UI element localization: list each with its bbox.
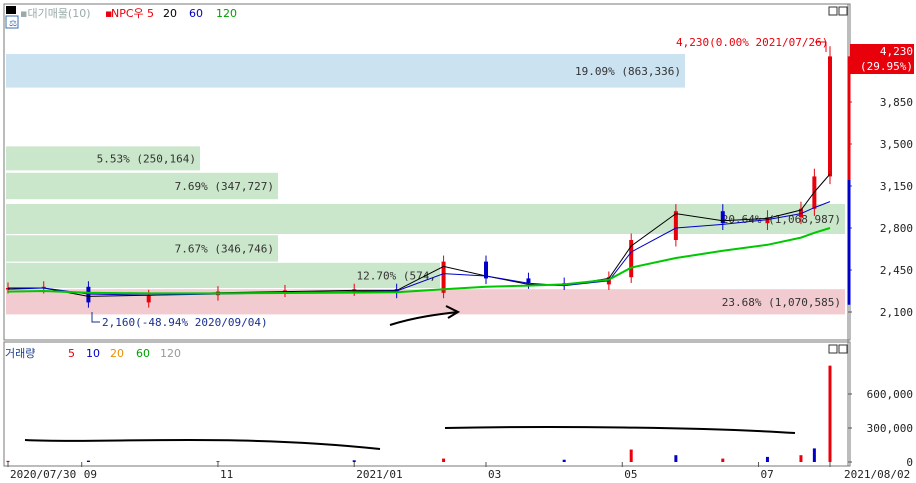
zone-label-0: 19.09% (863,336) xyxy=(575,65,681,78)
price-tick-label-5: 2,100 xyxy=(880,306,913,319)
ma5-legend: 5 xyxy=(147,7,154,20)
volume-bar-8 xyxy=(721,458,725,462)
zone-band-3 xyxy=(6,204,845,234)
volume-bar-6 xyxy=(629,449,633,462)
volume-maximize-button[interactable] xyxy=(828,344,838,354)
price-tick-label-0: 3,850 xyxy=(880,96,913,109)
current-price: 4,230 xyxy=(880,45,913,58)
date-tick-label-5: 05 xyxy=(624,468,637,481)
panel-menu-icon[interactable] xyxy=(6,6,16,14)
vol-ma10-legend: 10 xyxy=(86,347,100,360)
candle-body-14 xyxy=(673,211,678,240)
date-tick-label-6: 07 xyxy=(761,468,774,481)
volume-bar-10 xyxy=(799,455,803,462)
zone-label-4: 7.67% (346,746) xyxy=(175,242,274,255)
vol-ma60-legend: 60 xyxy=(136,347,150,360)
volume-bar-11 xyxy=(812,448,816,462)
vol-ma5-legend: 5 xyxy=(68,347,75,360)
vol-ma20-legend: 20 xyxy=(110,347,124,360)
price-close-button[interactable] xyxy=(838,6,848,16)
ma60-legend: 60 xyxy=(189,7,203,20)
vol-ma120-legend: 120 xyxy=(160,347,181,360)
ma120-legend: 120 xyxy=(216,7,237,20)
candle-body-19 xyxy=(828,56,832,177)
price-axis: 3,850 3,500 3,150 2,800 2,450 2,100 xyxy=(847,56,913,319)
volume-bar-5 xyxy=(562,459,566,462)
volume-axis: 600,000300,0000 xyxy=(848,388,913,469)
date-tick-label-7: 2021/08/02 xyxy=(844,468,910,481)
volume-bar-4 xyxy=(442,458,446,462)
volume-panel-frame xyxy=(3,341,851,467)
high-note: 4,230(0.00% 2021/07/26) xyxy=(676,36,828,49)
date-tick-label-3: 2021/01 xyxy=(356,468,402,481)
zone-label-2: 7.69% (347,727) xyxy=(175,180,274,193)
current-change: (29.95%) xyxy=(860,60,913,73)
candle-body-3 xyxy=(146,295,151,303)
volume-bar-2 xyxy=(216,461,220,462)
price-maximize-button[interactable] xyxy=(828,6,838,16)
price-tick-label-4: 2,450 xyxy=(880,264,913,277)
low-note: 2,160(-48.94% 2020/09/04) xyxy=(102,316,268,329)
stock-chart: 19.09% (863,336) 5.53% (250,164) 7.69% (34… xyxy=(3,3,914,481)
volume-title: 거래량 xyxy=(5,347,35,360)
ticker-label: NPC우 xyxy=(111,7,144,20)
candle-body-2 xyxy=(86,286,91,303)
volume-tick-label-0: 600,000 xyxy=(867,388,913,401)
date-tick-label-1: 09 xyxy=(84,468,97,481)
supply-label: ▪대기매물(10) xyxy=(20,7,91,20)
volume-bar-1 xyxy=(86,460,90,462)
ma20-legend: 20 xyxy=(163,7,177,20)
price-tick-label-1: 3,500 xyxy=(880,138,913,151)
scale-icon: ⚖ xyxy=(9,19,17,29)
volume-bar-7 xyxy=(674,455,678,462)
date-tick-label-4: 03 xyxy=(488,468,501,481)
volume-tick-label-1: 300,000 xyxy=(867,422,913,435)
zone-label-1: 5.53% (250,164) xyxy=(97,152,196,165)
date-tick-label-2: 11 xyxy=(220,468,233,481)
date-tick-label-0: 2020/07/30 xyxy=(10,468,76,481)
volume-bar-3 xyxy=(352,460,356,462)
zone-label-6: 23.68% (1,070,585) xyxy=(722,296,841,309)
volume-bar-9 xyxy=(765,456,769,462)
volume-bar-12 xyxy=(828,365,832,462)
volume-bar-0 xyxy=(6,460,10,462)
volume-close-button[interactable] xyxy=(838,344,848,354)
price-tick-label-3: 2,800 xyxy=(880,222,913,235)
price-tick-label-2: 3,150 xyxy=(880,180,913,193)
candle-body-15 xyxy=(720,211,725,224)
